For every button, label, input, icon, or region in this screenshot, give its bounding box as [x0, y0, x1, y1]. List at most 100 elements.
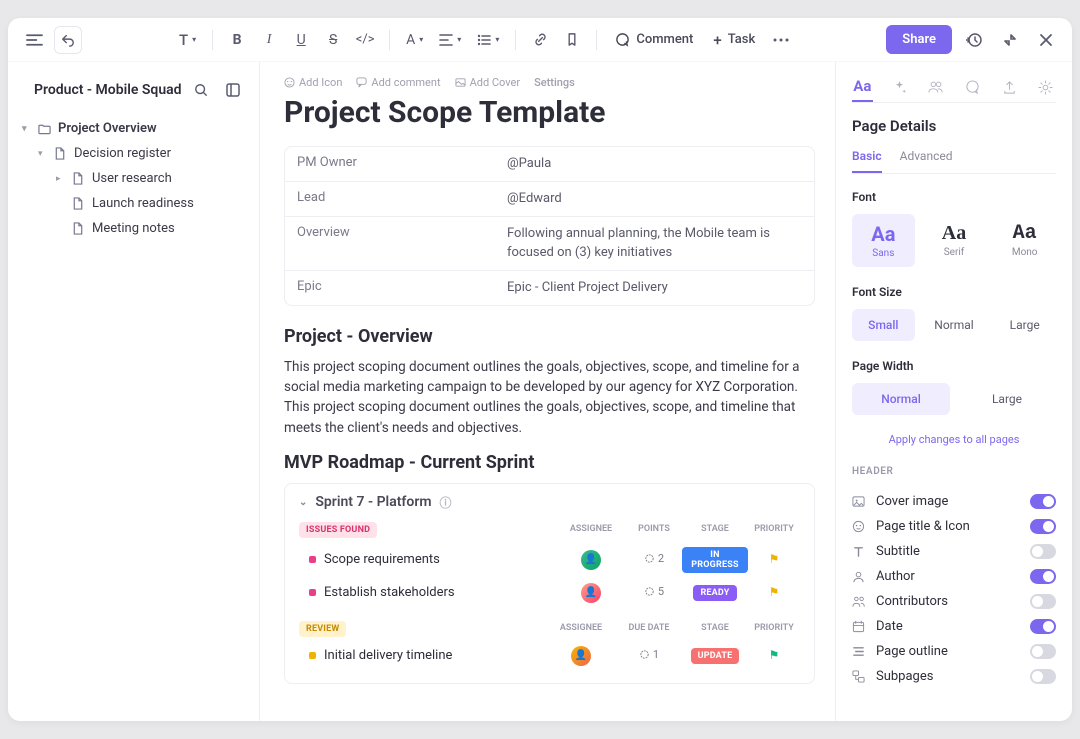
toggle[interactable] — [1030, 594, 1056, 609]
menu-icon[interactable] — [20, 26, 48, 54]
setting-row: Author — [852, 564, 1056, 589]
strike-button[interactable]: S — [319, 26, 347, 54]
heading-overview[interactable]: Project - Overview — [284, 326, 815, 347]
text-style-button[interactable]: T ▾ — [173, 26, 202, 54]
toggle[interactable] — [1030, 669, 1056, 684]
meta-key: Epic — [285, 271, 495, 305]
doc-icon — [72, 172, 86, 185]
page-width-option[interactable]: Normal — [852, 383, 950, 415]
doc-icon — [54, 147, 68, 160]
apply-all-link[interactable]: Apply changes to all pages — [852, 433, 1056, 446]
meta-value: @Paula — [495, 147, 814, 181]
task-row[interactable]: Initial delivery timeline 👤 1 UPDATE ⚑ — [299, 641, 800, 671]
list-button[interactable]: ▾ — [471, 26, 505, 54]
setting-row: Cover image — [852, 489, 1056, 514]
doc-settings-action[interactable]: Settings — [534, 76, 575, 89]
flag-icon[interactable]: ⚑ — [769, 552, 780, 566]
avatar[interactable]: 👤 — [581, 583, 601, 603]
comment-button[interactable]: Comment — [607, 28, 701, 51]
text-color-button[interactable]: A▾ — [400, 26, 429, 54]
task-button[interactable]: + Task — [705, 27, 763, 53]
setting-label: Contributors — [876, 594, 948, 609]
header-section-label: HEADER — [852, 466, 1056, 477]
panel-tab-people[interactable] — [925, 72, 946, 102]
bookmark-button[interactable] — [558, 26, 586, 54]
panel-tab-comments[interactable] — [962, 72, 983, 102]
sidebar-layout-icon[interactable] — [219, 76, 247, 104]
heading-roadmap[interactable]: MVP Roadmap - Current Sprint — [284, 452, 815, 473]
panel-tab-magic[interactable] — [889, 72, 910, 102]
sidebar-item[interactable]: ▾Project Overview — [16, 116, 251, 141]
font-option[interactable]: AaSans — [852, 214, 915, 267]
undo-icon[interactable] — [54, 26, 82, 54]
stage-pill[interactable]: UPDATE — [691, 648, 740, 664]
add-comment-action[interactable]: Add comment — [356, 76, 440, 89]
task-label: Task — [728, 32, 756, 47]
sidebar-item[interactable]: Meeting notes — [16, 216, 251, 241]
folder-icon — [38, 123, 52, 135]
task-row[interactable]: Establish stakeholders 👤 5 READY ⚑ — [299, 578, 800, 608]
sidebar-item[interactable]: ▸User research — [16, 166, 251, 191]
avatar[interactable]: 👤 — [571, 646, 591, 666]
tree-item-label: Decision register — [74, 146, 171, 161]
sidebar-search-icon[interactable] — [187, 76, 215, 104]
sub-tab-advanced[interactable]: Advanced — [900, 149, 953, 173]
add-icon-action[interactable]: Add Icon — [284, 76, 342, 89]
font-label: Font — [852, 190, 1056, 204]
sidebar-item[interactable]: Launch readiness — [16, 191, 251, 216]
link-button[interactable] — [526, 26, 554, 54]
meta-row[interactable]: Lead@Edward — [285, 182, 814, 217]
chevron-down-icon: ⌄ — [299, 497, 307, 508]
toggle[interactable] — [1030, 544, 1056, 559]
font-size-option[interactable]: Normal — [923, 309, 986, 341]
tree-item-label: User research — [92, 171, 172, 186]
sprint-card: ⌄ Sprint 7 - Platform ⓘ ISSUES FOUND ASS… — [284, 483, 815, 684]
panel-tab-export[interactable] — [999, 72, 1020, 102]
sidebar-item[interactable]: ▾Decision register — [16, 141, 251, 166]
share-button[interactable]: Share — [886, 25, 952, 54]
task-title: Initial delivery timeline — [324, 648, 452, 663]
more-icon[interactable] — [767, 26, 795, 54]
meta-row[interactable]: EpicEpic - Client Project Delivery — [285, 271, 814, 305]
bold-button[interactable]: B — [223, 26, 251, 54]
avatar[interactable]: 👤 — [581, 550, 601, 570]
col-header: DUE DATE — [616, 623, 682, 633]
font-option[interactable]: AaSerif — [923, 214, 986, 267]
sub-tab-basic[interactable]: Basic — [852, 149, 882, 173]
paragraph[interactable]: This project scoping document outlines t… — [284, 357, 815, 438]
code-button[interactable]: </> — [351, 26, 379, 54]
doc-title[interactable]: Project Scope Template — [284, 95, 815, 130]
stage-pill[interactable]: IN PROGRESS — [682, 547, 748, 573]
toggle[interactable] — [1030, 644, 1056, 659]
setting-row: Subpages — [852, 664, 1056, 689]
toggle[interactable] — [1030, 569, 1056, 584]
flag-icon[interactable]: ⚑ — [769, 648, 780, 662]
panel-tab-settings[interactable] — [1035, 72, 1056, 102]
info-icon[interactable]: ⓘ — [440, 494, 452, 511]
history-icon[interactable] — [960, 26, 988, 54]
collapse-icon[interactable] — [996, 26, 1024, 54]
font-size-option[interactable]: Large — [993, 309, 1056, 341]
flag-icon[interactable]: ⚑ — [769, 585, 780, 599]
close-icon[interactable] — [1032, 26, 1060, 54]
toggle[interactable] — [1030, 619, 1056, 634]
add-cover-action[interactable]: Add Cover — [455, 76, 520, 89]
toggle[interactable] — [1030, 519, 1056, 534]
meta-row[interactable]: OverviewFollowing annual planning, the M… — [285, 217, 814, 270]
font-size-option[interactable]: Small — [852, 309, 915, 341]
page-width-option[interactable]: Large — [958, 383, 1056, 415]
panel-tab-typography[interactable]: Aa — [852, 72, 873, 102]
setting-row: Page title & Icon — [852, 514, 1056, 539]
sprint-header[interactable]: ⌄ Sprint 7 - Platform ⓘ — [299, 494, 800, 511]
italic-button[interactable]: I — [255, 26, 283, 54]
stage-pill[interactable]: READY — [693, 585, 736, 601]
panel-title: Page Details — [852, 117, 1056, 135]
align-button[interactable]: ▾ — [433, 26, 467, 54]
toolbar-divider — [389, 30, 390, 50]
toggle[interactable] — [1030, 494, 1056, 509]
meta-row[interactable]: PM Owner@Paula — [285, 147, 814, 182]
task-row[interactable]: Scope requirements 👤 2 IN PROGRESS ⚑ — [299, 542, 800, 578]
underline-button[interactable]: U — [287, 26, 315, 54]
emoji-icon — [852, 520, 866, 533]
font-option[interactable]: AaMono — [993, 214, 1056, 267]
